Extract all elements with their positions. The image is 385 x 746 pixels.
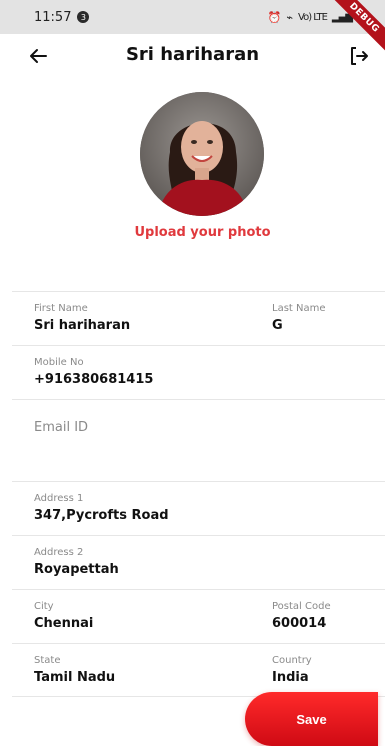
mobile-row: Mobile No +916380681415 — [12, 345, 385, 399]
last-name-label: Last Name — [272, 303, 326, 314]
state-row: State Tamil Nadu Country India — [12, 643, 385, 697]
state-value: Tamil Nadu — [34, 670, 116, 685]
avatar-image — [140, 92, 264, 216]
vibrate-icon: ⌁ — [286, 10, 294, 24]
address1-row: Address 1 347,Pycrofts Road — [12, 481, 385, 535]
page-title: Sri hariharan — [125, 44, 260, 65]
profile-avatar[interactable] — [140, 92, 264, 216]
status-time: 11:57 3 — [34, 9, 90, 25]
name-row: First Name Sri hariharan Last Name G — [12, 291, 385, 345]
alarm-icon: ⏰ — [267, 10, 282, 24]
country-label: Country — [272, 655, 312, 666]
state-label: State — [34, 655, 61, 666]
email-field[interactable]: Email ID — [34, 400, 88, 435]
save-button[interactable]: Save — [245, 692, 378, 746]
email-row: Email ID — [12, 399, 385, 481]
first-name-value: Sri hariharan — [34, 318, 131, 333]
city-value: Chennai — [34, 616, 94, 631]
upload-photo-link[interactable]: Upload your photo — [0, 225, 385, 240]
mobile-label: Mobile No — [34, 357, 84, 368]
address2-row: Address 2 Royapettah — [12, 535, 385, 589]
postal-code-field[interactable]: Postal Code 600014 — [272, 601, 331, 631]
city-row: City Chennai Postal Code 600014 — [12, 589, 385, 643]
postal-code-value: 600014 — [272, 616, 327, 631]
status-bar: 11:57 3 ⏰ ⌁ Vo) LTE ▂▄▆ 56 DEBUG — [0, 0, 385, 56]
first-name-label: First Name — [34, 303, 88, 314]
mobile-value: +916380681415 — [34, 372, 154, 387]
profile-form: First Name Sri hariharan Last Name G Mob… — [12, 291, 385, 697]
address1-field[interactable]: Address 1 347,Pycrofts Road — [34, 493, 169, 523]
mobile-field[interactable]: Mobile No +916380681415 — [34, 357, 153, 387]
city-label: City — [34, 601, 54, 612]
last-name-field[interactable]: Last Name G — [272, 303, 326, 333]
address2-field[interactable]: Address 2 Royapettah — [34, 547, 119, 577]
last-name-value: G — [272, 318, 283, 333]
notification-badge: 3 — [77, 11, 90, 23]
country-field[interactable]: Country India — [272, 655, 312, 685]
address1-label: Address 1 — [34, 493, 84, 504]
status-time-text: 11:57 — [34, 9, 72, 25]
app-header: Sri hariharan — [0, 40, 385, 74]
address2-label: Address 2 — [34, 547, 84, 558]
address1-value: 347,Pycrofts Road — [34, 508, 169, 523]
city-field[interactable]: City Chennai — [34, 601, 93, 631]
logout-icon[interactable] — [347, 44, 371, 68]
postal-code-label: Postal Code — [272, 601, 331, 612]
email-placeholder: Email ID — [34, 420, 89, 435]
country-value: India — [272, 670, 309, 685]
state-field[interactable]: State Tamil Nadu — [34, 655, 115, 685]
address2-value: Royapettah — [34, 562, 119, 577]
network-label: Vo) LTE — [298, 11, 328, 23]
first-name-field[interactable]: First Name Sri hariharan — [34, 303, 130, 333]
